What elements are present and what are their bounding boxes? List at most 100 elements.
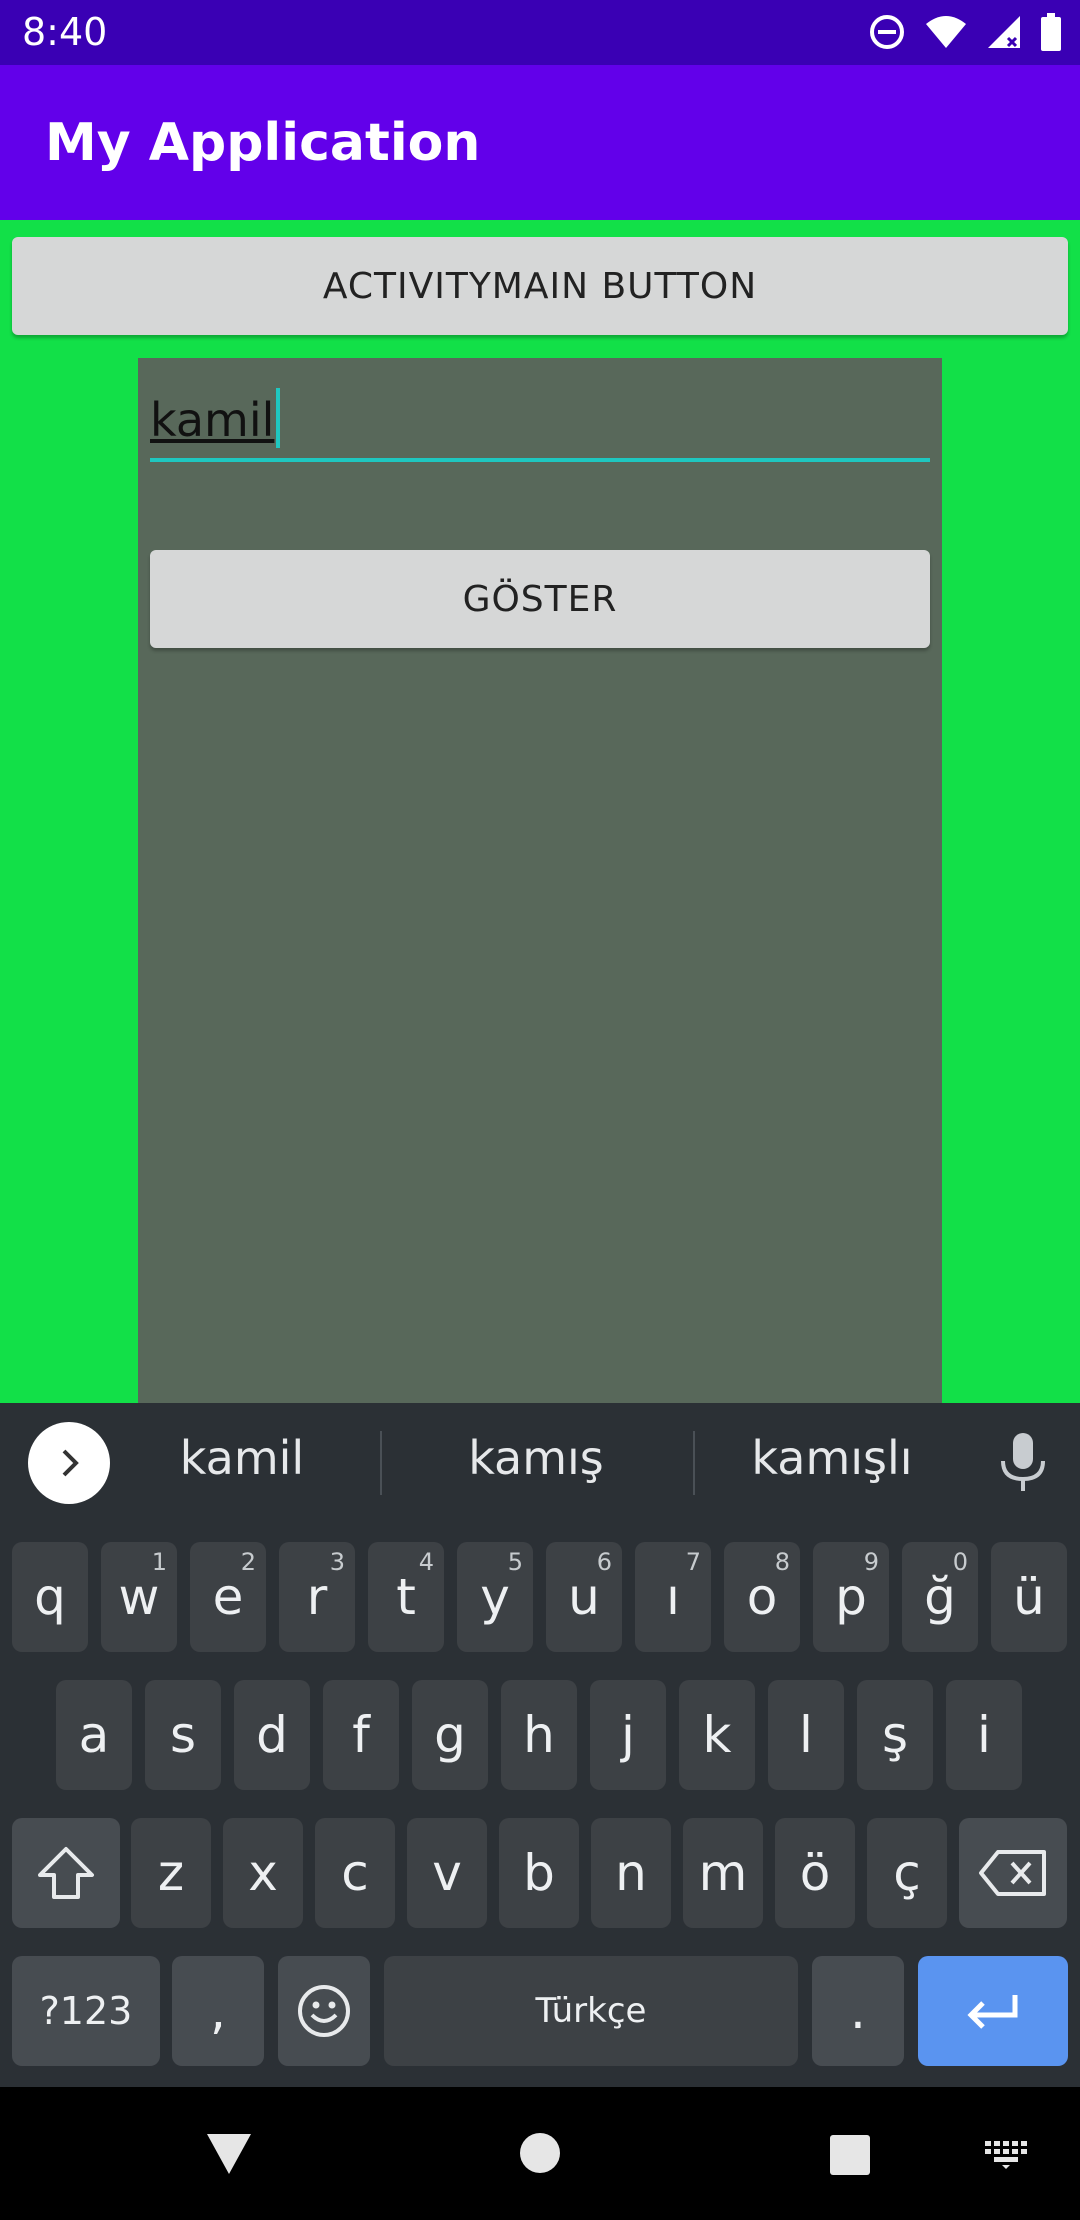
key-label: s bbox=[169, 1706, 197, 1764]
suggestion-bar: kamil kamış kamışlı bbox=[0, 1403, 1080, 1523]
key-label: ü bbox=[1013, 1568, 1045, 1626]
key-b[interactable]: b bbox=[499, 1818, 579, 1928]
activitymain-button[interactable]: ACTIVITYMAIN BUTTON bbox=[12, 237, 1068, 335]
suggestion-1[interactable]: kamil bbox=[102, 1431, 382, 1485]
key-hint: 0 bbox=[952, 1548, 968, 1576]
keyboard-switch-icon[interactable] bbox=[983, 2139, 1029, 2169]
key-hint: 5 bbox=[507, 1548, 523, 1576]
key-label: x bbox=[248, 1844, 278, 1902]
soft-keyboard: kamil kamış kamışlı q w1 e2 r3 t4 y5 u6 … bbox=[0, 1403, 1080, 2087]
back-icon[interactable] bbox=[204, 2131, 254, 2177]
key-s[interactable]: s bbox=[145, 1680, 221, 1790]
key-label: ç bbox=[893, 1844, 921, 1902]
key-g[interactable]: g bbox=[412, 1680, 488, 1790]
key-label: c bbox=[341, 1844, 369, 1902]
key-f[interactable]: f bbox=[323, 1680, 399, 1790]
key-q[interactable]: q bbox=[12, 1542, 88, 1652]
emoji-key[interactable] bbox=[278, 1956, 370, 2066]
key-x[interactable]: x bbox=[223, 1818, 303, 1928]
text-cursor bbox=[276, 388, 281, 448]
key-a[interactable]: a bbox=[56, 1680, 132, 1790]
key-label: m bbox=[698, 1844, 748, 1902]
navigation-bar bbox=[0, 2087, 1080, 2220]
fragment-panel: kamil GÖSTER bbox=[138, 358, 942, 1403]
key-label: v bbox=[432, 1844, 462, 1902]
period-key[interactable]: . bbox=[812, 1956, 904, 2066]
shift-key[interactable] bbox=[12, 1818, 120, 1928]
key-label: n bbox=[615, 1844, 647, 1902]
home-icon[interactable] bbox=[518, 2131, 562, 2175]
key-t[interactable]: t4 bbox=[368, 1542, 444, 1652]
key-y[interactable]: y5 bbox=[457, 1542, 533, 1652]
key-u-umlaut[interactable]: ü bbox=[991, 1542, 1067, 1652]
suggestion-2[interactable]: kamış bbox=[396, 1431, 676, 1485]
key-h[interactable]: h bbox=[501, 1680, 577, 1790]
key-label: , bbox=[210, 1982, 226, 2040]
enter-key[interactable] bbox=[918, 1956, 1068, 2066]
key-label: g bbox=[434, 1706, 466, 1764]
wifi-icon bbox=[926, 16, 966, 48]
key-label: r bbox=[306, 1568, 328, 1626]
key-label: ı bbox=[666, 1568, 680, 1626]
suggestion-3[interactable]: kamışlı bbox=[692, 1431, 972, 1485]
expand-icon bbox=[62, 1449, 79, 1477]
key-label: ö bbox=[799, 1844, 831, 1902]
goster-button[interactable]: GÖSTER bbox=[150, 550, 930, 648]
key-c-cedilla[interactable]: ç bbox=[867, 1818, 947, 1928]
key-dotless-i[interactable]: ı7 bbox=[635, 1542, 711, 1652]
key-j[interactable]: j bbox=[590, 1680, 666, 1790]
key-e[interactable]: e2 bbox=[190, 1542, 266, 1652]
status-time: 8:40 bbox=[22, 10, 108, 54]
mic-icon[interactable] bbox=[995, 1431, 1051, 1495]
key-w[interactable]: w1 bbox=[101, 1542, 177, 1652]
battery-icon bbox=[1041, 13, 1061, 51]
comma-key[interactable]: , bbox=[172, 1956, 264, 2066]
name-input[interactable]: kamil bbox=[150, 388, 930, 462]
key-label: e bbox=[212, 1568, 244, 1626]
status-bar: 8:40 bbox=[0, 0, 1080, 65]
key-label: k bbox=[702, 1706, 732, 1764]
recents-icon[interactable] bbox=[829, 2134, 871, 2176]
key-label: b bbox=[523, 1844, 555, 1902]
key-label: h bbox=[523, 1706, 555, 1764]
symbols-key[interactable]: ?123 bbox=[12, 1956, 160, 2066]
key-r[interactable]: r3 bbox=[279, 1542, 355, 1652]
expand-toolbar-button[interactable] bbox=[28, 1422, 110, 1504]
key-label: y bbox=[480, 1568, 510, 1626]
key-s-cedilla[interactable]: ş bbox=[857, 1680, 933, 1790]
key-label: . bbox=[850, 1982, 866, 2040]
key-label: d bbox=[256, 1706, 288, 1764]
key-label: a bbox=[78, 1706, 110, 1764]
key-label: l bbox=[799, 1706, 813, 1764]
key-u[interactable]: u6 bbox=[546, 1542, 622, 1652]
key-label: ?123 bbox=[39, 1989, 133, 2033]
key-hint: 9 bbox=[863, 1548, 879, 1576]
key-m[interactable]: m bbox=[683, 1818, 763, 1928]
key-k[interactable]: k bbox=[679, 1680, 755, 1790]
space-key[interactable]: Türkçe bbox=[384, 1956, 798, 2066]
key-label: u bbox=[568, 1568, 600, 1626]
content-area: ACTIVITYMAIN BUTTON kamil GÖSTER bbox=[0, 220, 1080, 1403]
shift-icon bbox=[38, 1847, 94, 1899]
key-label: j bbox=[621, 1706, 635, 1764]
key-v[interactable]: v bbox=[407, 1818, 487, 1928]
backspace-key[interactable] bbox=[959, 1818, 1067, 1928]
emoji-icon bbox=[298, 1985, 350, 2037]
do-not-disturb-icon bbox=[870, 15, 904, 49]
key-o-umlaut[interactable]: ö bbox=[775, 1818, 855, 1928]
key-z[interactable]: z bbox=[131, 1818, 211, 1928]
enter-icon bbox=[967, 1995, 1018, 2029]
key-d[interactable]: d bbox=[234, 1680, 310, 1790]
key-label: w bbox=[118, 1568, 160, 1626]
key-n[interactable]: n bbox=[591, 1818, 671, 1928]
key-c[interactable]: c bbox=[315, 1818, 395, 1928]
key-label: i bbox=[977, 1706, 991, 1764]
key-o[interactable]: o8 bbox=[724, 1542, 800, 1652]
key-hint: 3 bbox=[329, 1548, 345, 1576]
key-g-breve[interactable]: ğ0 bbox=[902, 1542, 978, 1652]
key-p[interactable]: p9 bbox=[813, 1542, 889, 1652]
backspace-icon bbox=[979, 1850, 1046, 1896]
key-l[interactable]: l bbox=[768, 1680, 844, 1790]
key-label: o bbox=[746, 1568, 778, 1626]
key-dotted-i[interactable]: i bbox=[946, 1680, 1022, 1790]
